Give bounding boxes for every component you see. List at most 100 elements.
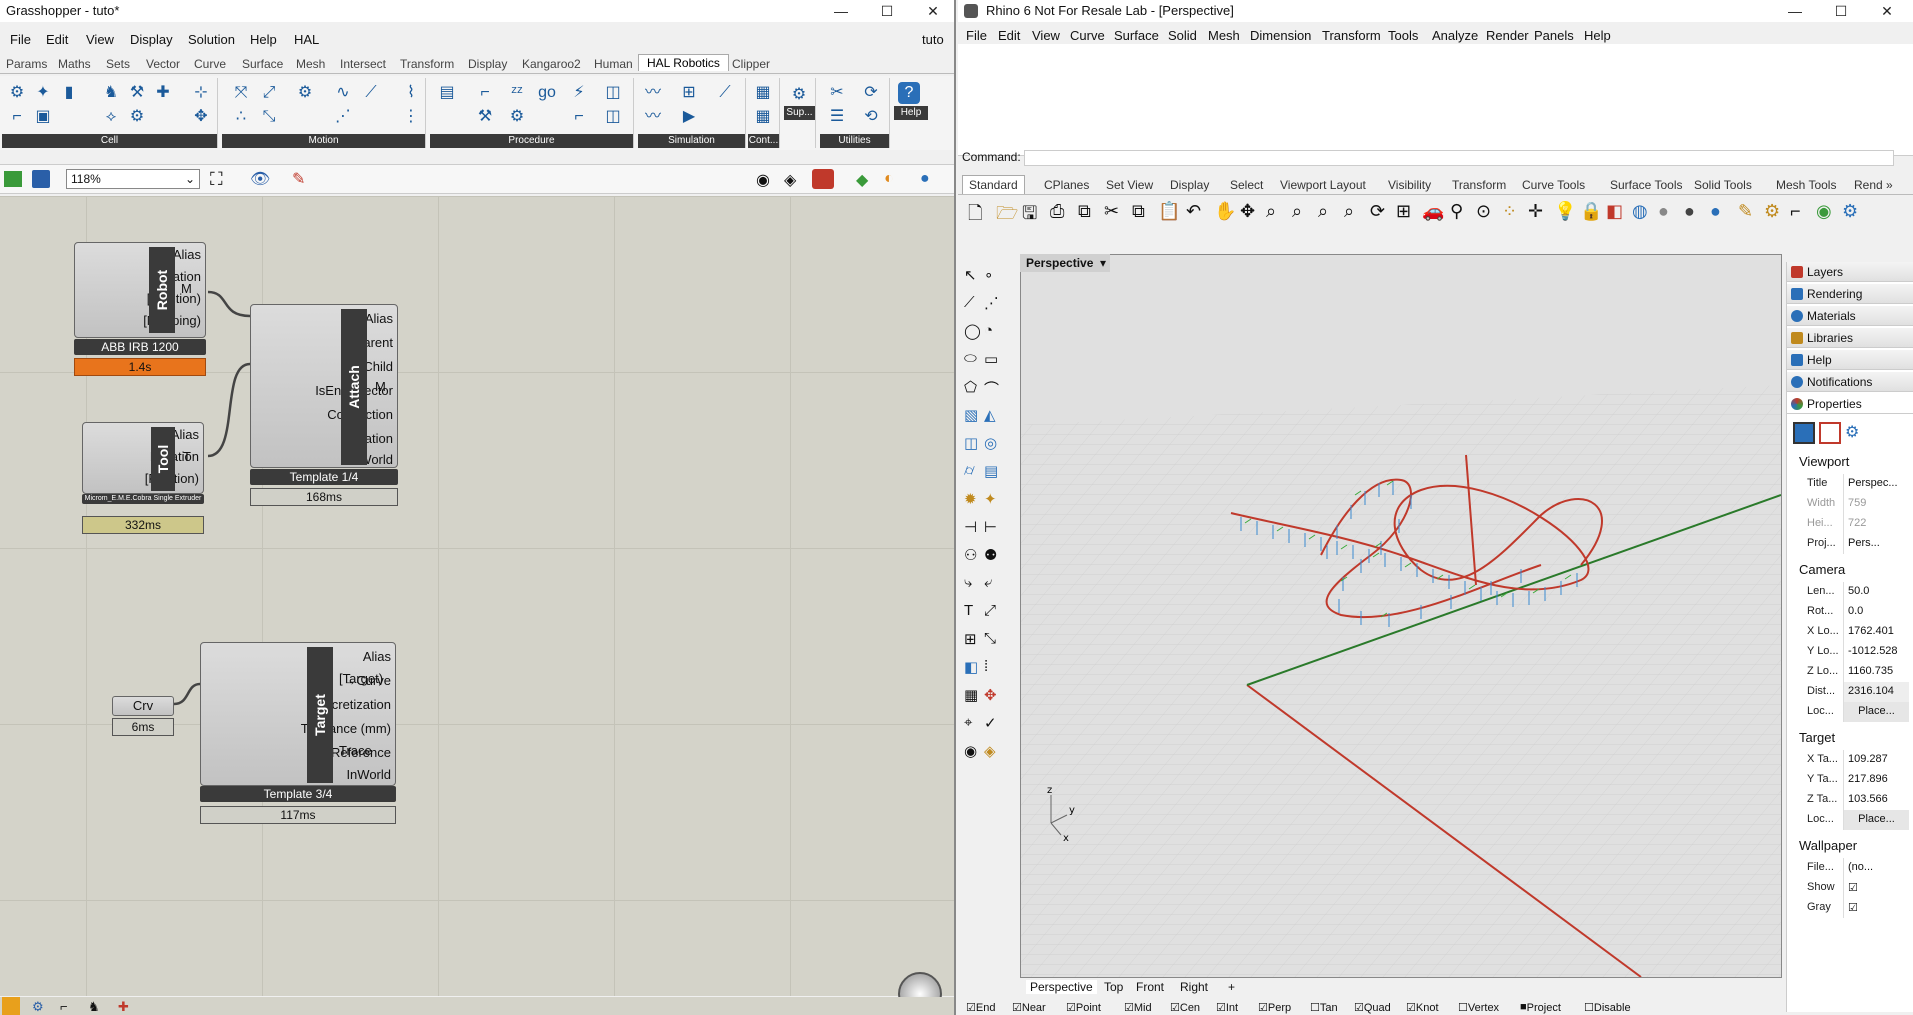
status-bot-icon[interactable]: ♞ bbox=[88, 999, 100, 1015]
globe-icon[interactable]: ◉ bbox=[1816, 201, 1832, 222]
add-tab-icon[interactable]: + bbox=[1228, 980, 1235, 994]
loft-icon[interactable]: ◭ bbox=[984, 406, 996, 424]
status-plugin-icon[interactable]: ✚ bbox=[118, 999, 129, 1015]
frame-icon[interactable]: ⊹ bbox=[190, 82, 212, 104]
gh-menu-hal[interactable]: HAL bbox=[294, 32, 319, 47]
trace-icon[interactable]: ⟋ bbox=[714, 82, 736, 104]
rh-tab-select[interactable]: Select bbox=[1230, 178, 1263, 192]
target-component[interactable]: Alias →Curve Discretization Tolerance (m… bbox=[200, 642, 396, 786]
robot-component[interactable]: Alias Location [Position) [Mapping) Robo… bbox=[74, 242, 206, 338]
show-checkbox[interactable]: ☑ bbox=[1843, 878, 1909, 898]
wireframe-icon[interactable]: ◈ bbox=[784, 170, 796, 190]
object-props-icon[interactable]: ⚙ bbox=[1845, 422, 1867, 444]
zoom-window-icon[interactable]: ⌕ bbox=[1292, 201, 1302, 222]
status-gear-icon[interactable]: ⚙ bbox=[32, 999, 44, 1015]
minimize-icon[interactable]: — bbox=[1772, 0, 1818, 22]
target-icon[interactable]: ⤧ bbox=[230, 82, 252, 104]
joint-icon[interactable]: ⚒ bbox=[126, 82, 148, 104]
play-icon[interactable]: ▶ bbox=[678, 106, 700, 128]
sketch-icon[interactable]: ✎ bbox=[292, 169, 305, 189]
status-icon-a[interactable] bbox=[2, 997, 20, 1015]
snap-knot[interactable]: ☑ Knot bbox=[1406, 1001, 1439, 1014]
paste-icon[interactable]: 📋 bbox=[1158, 201, 1180, 222]
controller-icon[interactable]: ▦ bbox=[752, 82, 774, 104]
rh-menu-mesh[interactable]: Mesh bbox=[1208, 28, 1240, 43]
settings-icon[interactable]: ⚙ bbox=[294, 82, 316, 104]
blend-icon[interactable]: ⤡ bbox=[258, 106, 280, 128]
tab-maths[interactable]: Maths bbox=[58, 57, 91, 71]
rh-tab-standard[interactable]: Standard bbox=[962, 175, 1025, 194]
snap-end[interactable]: ☑ End bbox=[966, 1001, 995, 1014]
paint-icon[interactable]: ◈ bbox=[984, 742, 996, 760]
vtab-perspective[interactable]: Perspective bbox=[1026, 980, 1097, 994]
ellipse-icon[interactable]: ⬭ bbox=[964, 350, 977, 367]
frame-target-icon[interactable]: ⤢ bbox=[258, 82, 280, 104]
prop-value[interactable]: 0.0 bbox=[1843, 602, 1909, 622]
solid-box-icon[interactable]: ◧ bbox=[964, 658, 978, 676]
minimize-icon[interactable]: — bbox=[818, 0, 864, 22]
zoom-extents-icon[interactable]: ⌕ bbox=[1318, 201, 1328, 222]
approach-icon[interactable]: ⋮ bbox=[400, 106, 422, 128]
tab-kangaroo2[interactable]: Kangaroo2 bbox=[522, 57, 581, 71]
mesh-icon[interactable]: ▤ bbox=[984, 462, 998, 480]
rh-menu-surface[interactable]: Surface bbox=[1114, 28, 1159, 43]
solver-icon[interactable]: 〰 bbox=[642, 82, 664, 104]
gripper-icon[interactable]: ⌐ bbox=[6, 106, 28, 128]
tab-clipper[interactable]: Clipper bbox=[732, 57, 770, 71]
simulate-icon[interactable]: ⊞ bbox=[678, 82, 700, 104]
print-icon[interactable]: ⎙ bbox=[1050, 201, 1064, 222]
panel-notifications[interactable]: Notifications bbox=[1787, 372, 1913, 392]
maximize-icon[interactable]: ☐ bbox=[1818, 0, 1864, 22]
tab-display[interactable]: Display bbox=[468, 57, 507, 71]
panel-materials[interactable]: Materials bbox=[1787, 306, 1913, 326]
sphere-blue-icon[interactable]: ● bbox=[1710, 201, 1721, 222]
robot-icon[interactable]: ⚙ bbox=[6, 82, 28, 104]
gh-menu-view[interactable]: View bbox=[86, 32, 114, 47]
orient-icon[interactable]: ⤡ bbox=[984, 630, 996, 647]
dimension-icon[interactable]: ⊣ bbox=[964, 518, 977, 536]
select-car-icon[interactable]: ⚲ bbox=[1450, 201, 1463, 222]
vtab-right[interactable]: Right bbox=[1180, 980, 1208, 994]
prop-value[interactable]: -1012.528 bbox=[1843, 642, 1909, 662]
rh-menu-view[interactable]: View bbox=[1032, 28, 1060, 43]
preview-eye-icon[interactable]: 👁 bbox=[250, 169, 270, 189]
open-file-icon[interactable] bbox=[4, 171, 22, 187]
block-icon[interactable]: ⚉ bbox=[984, 546, 997, 564]
light-icon[interactable]: 💡 bbox=[1554, 201, 1576, 222]
prop-value[interactable]: 2316.104 bbox=[1843, 682, 1909, 702]
split-icon[interactable]: ⤶ bbox=[984, 574, 992, 591]
options-icon[interactable]: ⚙ bbox=[1842, 201, 1858, 222]
leader-icon[interactable]: ⊢ bbox=[984, 518, 997, 536]
export-icon[interactable]: ⧉ bbox=[1078, 201, 1091, 222]
select-arrow-icon[interactable]: ↖ bbox=[964, 266, 977, 284]
sync-icon[interactable]: ⚙ bbox=[506, 106, 528, 128]
check-icon[interactable]: ✓ bbox=[984, 714, 997, 732]
chevron-down-icon[interactable]: ▾ bbox=[1100, 256, 1106, 270]
gh-canvas[interactable]: Alias Location [Position) [Mapping) Robo… bbox=[0, 196, 954, 1015]
crv-param[interactable]: Crv bbox=[112, 696, 174, 716]
color-wheel-icon[interactable]: ◍ bbox=[1632, 201, 1648, 222]
attach-component[interactable]: Alias →Parent →Child IsEndEffector Conne… bbox=[250, 304, 398, 468]
undo-icon[interactable]: ↶ bbox=[1186, 201, 1201, 222]
base-icon[interactable]: ▣ bbox=[32, 106, 54, 128]
rectangle-icon[interactable]: ▭ bbox=[984, 350, 998, 368]
point-icon[interactable]: ∘ bbox=[984, 266, 993, 284]
vtab-front[interactable]: Front bbox=[1136, 980, 1164, 994]
tab-transform[interactable]: Transform bbox=[400, 57, 454, 71]
array-icon[interactable]: ⊞ bbox=[964, 630, 977, 648]
pan-icon[interactable]: ✋ bbox=[1214, 201, 1236, 222]
zoom-dropdown[interactable]: 118% ⌄ bbox=[66, 169, 200, 189]
tab-human[interactable]: Human bbox=[594, 57, 633, 71]
list-icon[interactable]: ☰ bbox=[826, 106, 848, 128]
target-output-target[interactable]: [Target) bbox=[339, 671, 383, 686]
cylinder-icon[interactable]: ⌭ bbox=[964, 462, 975, 479]
snap-int[interactable]: ☑ Int bbox=[1216, 1001, 1238, 1014]
snap-near[interactable]: ☑ Near bbox=[1012, 1001, 1046, 1014]
export-icon[interactable]: ▦ bbox=[752, 106, 774, 128]
place-target-button[interactable]: Place... bbox=[1843, 810, 1909, 830]
grid-icon[interactable]: ▦ bbox=[964, 686, 978, 704]
shaded-icon[interactable] bbox=[812, 169, 834, 189]
gumball-icon[interactable]: ✥ bbox=[984, 686, 997, 704]
transform-icon[interactable]: ✥ bbox=[190, 106, 212, 128]
snap-icon[interactable]: ⊙ bbox=[1476, 201, 1491, 222]
